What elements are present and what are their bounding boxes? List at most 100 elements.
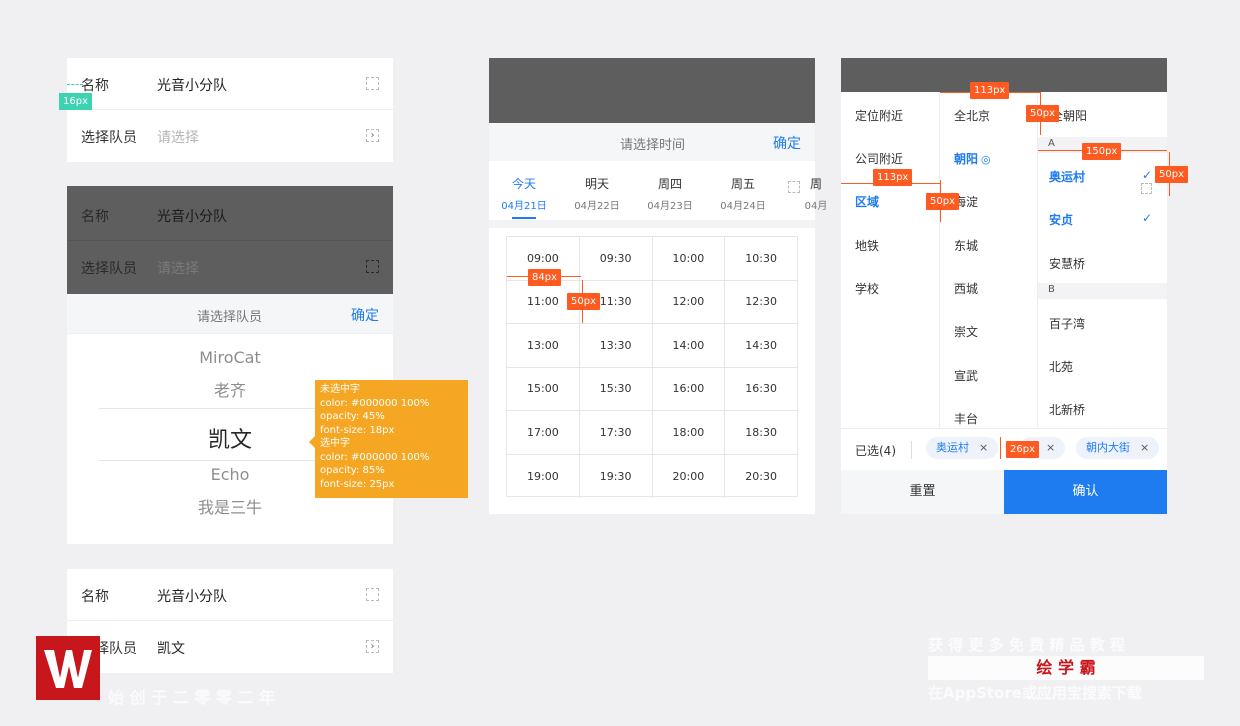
street-item[interactable]: 安贞 [1049,211,1073,228]
member-row[interactable]: 选择队员 请选择 › [67,110,393,162]
date-tab-date: 04月22日 [574,201,620,212]
watermark-brand: 绘 学 霸 [928,656,1204,680]
height-tag: 50px [926,193,959,210]
picker-option[interactable]: MiroCat [67,348,393,367]
member-placeholder: 请选择 [157,261,199,277]
time-title: 请选择时间 [620,138,686,153]
time-slot[interactable]: 09:30 [580,237,653,280]
district-item[interactable]: 丰台 [954,410,978,427]
spec-line: font-size: 18px [320,424,395,436]
name-value: 光音小分队 [157,78,227,94]
district-item[interactable]: 宣武 [954,367,978,384]
confirm-button[interactable]: 确认 [1004,470,1167,514]
placeholder-icon [366,77,379,90]
time-slot[interactable]: 16:00 [653,367,726,410]
time-slot[interactable]: 18:00 [653,411,726,454]
date-tab[interactable]: 今天 04月21日 [489,175,559,219]
confirm-button[interactable]: 确定 [773,133,801,153]
name-row[interactable]: 名称 光音小分队 [67,58,393,110]
district-item[interactable]: 西城 [954,280,978,297]
time-row: 15:00 15:30 16:00 16:30 [507,367,797,411]
confirm-label: 确认 [1072,484,1099,499]
placeholder-icon [366,260,379,273]
time-slot[interactable]: 20:30 [725,455,797,499]
time-slot[interactable]: 14:30 [725,324,797,367]
time-slot[interactable]: 18:30 [725,411,797,454]
district-item[interactable]: 朝阳 ◎ [954,150,991,167]
watermark-line1: 获 得 更 多 免 费 精 品 教 程 [928,636,1126,654]
width-tag: 150px [1082,143,1122,160]
name-value: 光音小分队 [157,589,227,605]
height-tag: 50px [567,293,600,310]
close-icon[interactable]: × [1046,441,1055,454]
time-header: 请选择时间 确定 [489,123,815,161]
street-item[interactable]: 安慧桥 [1049,255,1085,272]
time-slot[interactable]: 13:30 [580,324,653,367]
member-label: 选择队员 [81,261,137,277]
spec-line: font-size: 25px [320,478,395,490]
selected-chip[interactable]: 朝内大街 × [1076,437,1160,459]
selected-chip[interactable]: 奥运村 × [926,437,999,459]
time-slot[interactable]: 13:00 [507,324,580,367]
time-slot[interactable]: 16:30 [725,368,797,411]
time-slot[interactable]: 10:00 [653,237,726,280]
time-slot[interactable]: 19:30 [580,454,653,498]
district-item[interactable]: 崇文 [954,323,978,340]
date-tab[interactable]: 明天 04月22日 [562,175,632,212]
time-slot[interactable]: 12:30 [725,281,797,324]
check-icon: ✓ [1142,168,1153,182]
divider [911,441,912,459]
reset-button[interactable]: 重置 [841,470,1004,514]
measure-line [1000,437,1001,459]
location-pin-icon: ◎ [981,153,991,166]
category-item[interactable]: 地铁 [855,237,879,254]
spec-line: color: #000000 100% [320,451,430,463]
date-tab[interactable]: 周五 04月24日 [708,175,778,212]
watermark-line3: 在AppStore或应用宝搜索下载 [928,684,1142,702]
category-item[interactable]: 定位附近 [855,107,903,124]
selected-count: 已选(4) [855,444,896,458]
date-tab[interactable]: 周四 04月23日 [635,175,705,212]
street-item[interactable]: 百子湾 [1049,315,1085,332]
time-slot[interactable]: 14:00 [653,324,726,367]
name-label: 名称 [81,78,109,94]
dimmed-overlay: 名称 光音小分队 选择队员 请选择 [67,186,393,294]
spec-line: color: #000000 100% [320,397,430,409]
time-slot[interactable]: 19:00 [507,454,580,498]
time-slot[interactable]: 17:30 [580,411,653,454]
time-slot[interactable]: 17:00 [507,411,580,454]
time-slot[interactable]: 15:30 [580,367,653,410]
time-slot[interactable]: 20:00 [653,454,726,498]
date-tab-date: 04月23日 [647,201,693,212]
category-item[interactable]: 公司附近 [855,150,903,167]
time-slot[interactable]: 12:00 [653,280,726,323]
chevron-right-icon: › [366,129,379,142]
name-row[interactable]: 名称 光音小分队 [67,569,393,621]
district-item[interactable]: 全北京 [954,107,990,124]
category-item[interactable]: 区域 [855,193,879,210]
time-slot[interactable]: 15:00 [507,367,580,410]
name-value: 光音小分队 [157,209,227,225]
date-tab-day: 明天 [584,177,609,191]
section-letter: A [1048,138,1055,149]
tab-separator [489,220,815,228]
member-row[interactable]: 择队员 凯文 › [67,621,393,673]
district-item[interactable]: 东城 [954,237,978,254]
placeholder-icon [788,181,800,193]
watermark-founded: 始 创 于 二 零 零 二 年 [108,688,275,707]
picker-title: 请选择队员 [197,310,263,325]
section-letter: B [1048,284,1055,295]
height-tag: 50px [1026,105,1059,122]
street-item[interactable]: 北苑 [1049,358,1073,375]
time-slot[interactable]: 10:30 [725,237,797,280]
close-icon[interactable]: × [1140,441,1149,454]
street-item[interactable]: 奥运村 [1049,168,1085,185]
street-item[interactable]: 北新桥 [1049,401,1085,418]
category-item[interactable]: 学校 [855,280,879,297]
width-tag: 113px [873,169,913,186]
dimmed-overlay [489,58,815,123]
spacing-guide-line [67,84,83,85]
close-icon[interactable]: × [979,441,988,454]
member-placeholder: 请选择 [157,130,199,146]
confirm-button[interactable]: 确定 [351,305,379,325]
